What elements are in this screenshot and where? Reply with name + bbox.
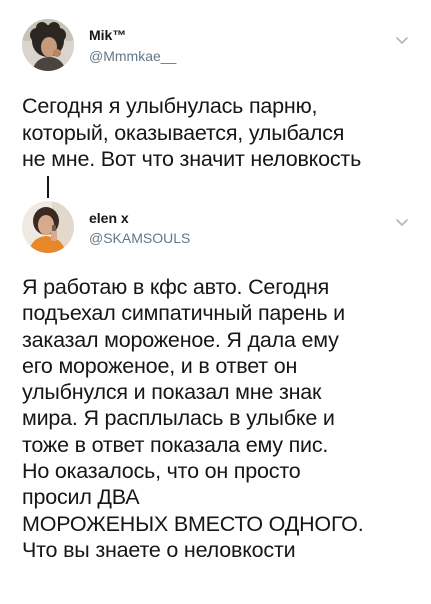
chevron-down-icon[interactable] [395,36,409,46]
tweet-text: Сегодня я улыбнулась парню, который, ока… [22,94,362,172]
user-handle[interactable]: @Mmmkae__ [89,48,176,64]
display-name[interactable]: elen x [89,210,129,226]
chevron-down-icon[interactable] [395,218,409,228]
display-name[interactable]: Mik™ [89,27,126,43]
profile-photo-icon [22,201,74,253]
avatar[interactable] [22,19,74,71]
avatar[interactable] [22,201,74,253]
thread-connector-line [47,176,49,198]
tweet-text: Я работаю в кфс авто. Сегодня подъехал с… [22,275,364,562]
profile-photo-icon [22,19,74,71]
user-handle[interactable]: @SKAMSOULS [89,230,190,246]
